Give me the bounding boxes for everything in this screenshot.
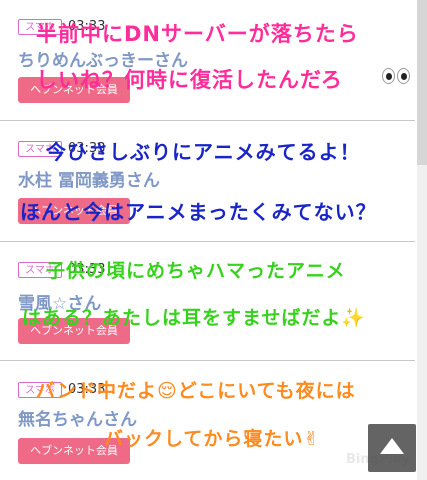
overlay-caption-line: ほんと今はアニメまったくみてない？: [20, 200, 377, 224]
overlay-caption-line: バンド中だよ😌どこにいても夜には: [36, 380, 356, 402]
scrollbar[interactable]: [417, 0, 427, 480]
scrollbar-thumb[interactable]: [417, 0, 427, 165]
overlay-caption-line: 半前中にDNサーバーが落ちたら: [36, 22, 359, 46]
overlay-caption-line: バックしてから寝たい✌: [104, 428, 321, 450]
divider: [0, 360, 415, 361]
overlay-caption-line: 今ひさしぶりにアニメみてるよ！: [46, 140, 361, 164]
scroll-to-top-button[interactable]: [368, 424, 416, 472]
overlay-caption-line: しいね？何時に復活したんだろ: [36, 68, 343, 92]
poster-name[interactable]: 水柱 冨岡義勇さん: [18, 166, 160, 191]
overlay-caption-line: はある？あたしは耳をすませばだよ✨: [22, 307, 367, 329]
divider: [0, 241, 415, 242]
eyes-emoji-icon: [382, 68, 410, 84]
divider: [0, 120, 415, 121]
overlay-caption-line: 子供の頃にめちゃハマったアニメ: [46, 260, 346, 282]
